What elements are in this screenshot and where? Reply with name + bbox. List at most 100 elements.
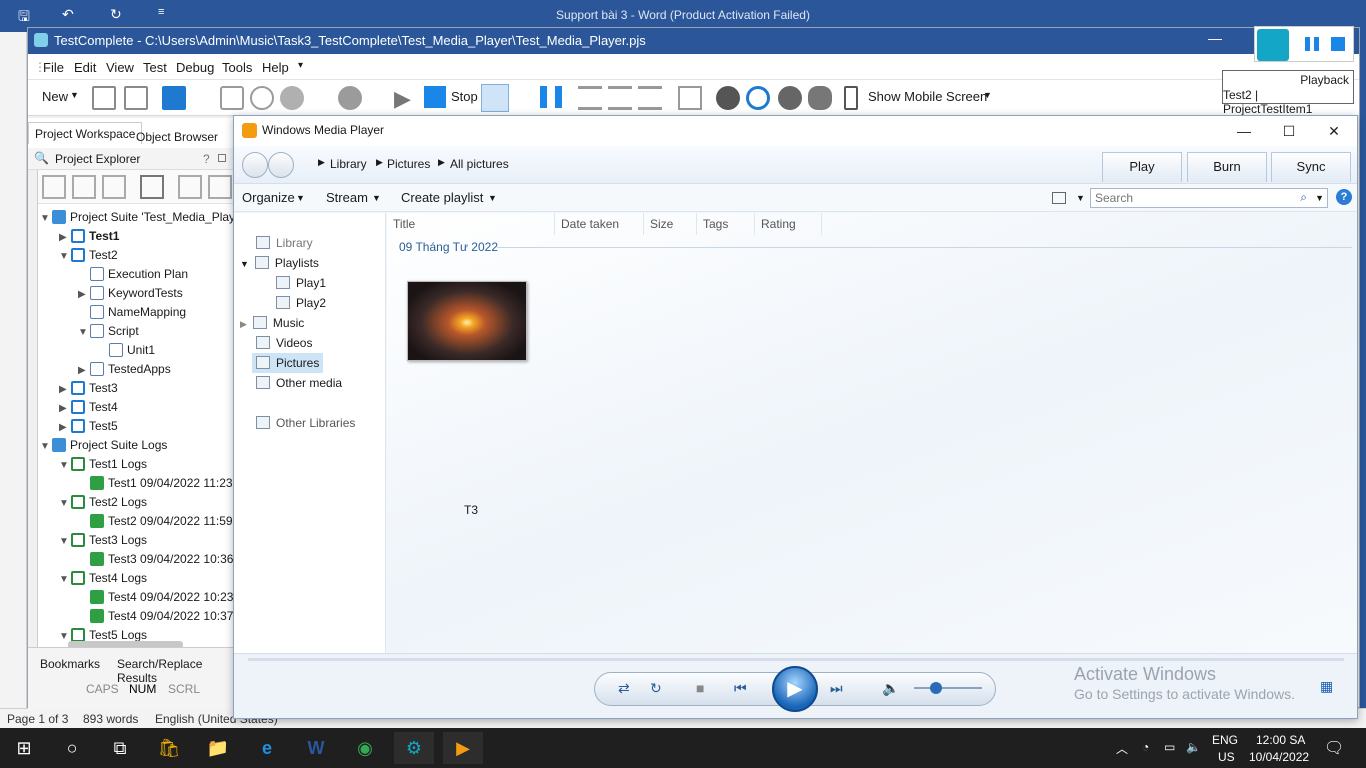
tab-bookmarks[interactable]: Bookmarks xyxy=(40,657,100,671)
region-code[interactable]: US xyxy=(1218,750,1235,764)
volume-icon[interactable]: 🔈 xyxy=(1186,740,1201,754)
tab-search-replace-results[interactable]: Search/Replace Results xyxy=(117,657,234,685)
tree-item[interactable]: ▶ Test1 xyxy=(59,227,119,246)
battery-icon[interactable]: ▭ xyxy=(1164,740,1175,754)
outdent-icon[interactable] xyxy=(638,86,662,110)
menu-view[interactable]: View xyxy=(106,60,134,75)
volume-slider[interactable] xyxy=(914,687,982,689)
stream-button[interactable]: Stream xyxy=(326,190,368,205)
add-new-item-icon[interactable] xyxy=(42,175,66,199)
volume-thumb[interactable] xyxy=(930,682,942,694)
tree-item[interactable]: ▼ Test3 Logs xyxy=(59,531,147,550)
mobile-dropdown-icon[interactable]: ▼ xyxy=(983,90,992,100)
sidebar-item-playlists[interactable]: ▼ Playlists xyxy=(240,253,319,273)
calculator-icon[interactable] xyxy=(678,86,702,110)
save-all-icon[interactable] xyxy=(162,86,186,110)
notifications-icon[interactable]: 🗨 xyxy=(1324,738,1344,758)
sidebar-item-videos[interactable]: Videos xyxy=(256,333,312,353)
duplicate-item-icon[interactable] xyxy=(208,175,232,199)
sidebar-item-play2[interactable]: Play2 xyxy=(276,293,326,313)
view-options-icon[interactable] xyxy=(1052,192,1066,204)
sidebar-item-pictures[interactable]: Pictures xyxy=(252,353,324,373)
create-playlist-button[interactable]: Create playlist xyxy=(401,190,483,205)
menu-help[interactable]: Help xyxy=(262,60,289,75)
switch-to-now-playing-icon[interactable]: ▦ xyxy=(1320,678,1333,695)
mobile-icon[interactable] xyxy=(844,86,858,110)
minimize-icon[interactable]: — xyxy=(1208,30,1222,46)
edge-icon[interactable]: e xyxy=(247,732,287,764)
help-icon[interactable]: ? xyxy=(203,152,210,166)
bug-icon[interactable] xyxy=(716,86,740,110)
add-project-icon[interactable] xyxy=(250,86,274,110)
object-spy-icon[interactable] xyxy=(481,84,509,112)
play-button[interactable]: ▶ xyxy=(772,666,818,712)
sidebar-item-music[interactable]: ▶ Music xyxy=(240,313,304,333)
cortana-icon[interactable]: ○ xyxy=(52,732,92,764)
tree-item[interactable]: Test2 09/04/2022 11:59:2 xyxy=(78,512,243,531)
language-code[interactable]: ENG xyxy=(1212,733,1238,747)
dock-icon[interactable] xyxy=(218,154,226,162)
tab-sync[interactable]: Sync xyxy=(1271,152,1351,182)
tab-play[interactable]: Play xyxy=(1102,152,1182,182)
tree-item[interactable]: Test4 09/04/2022 10:23:3 xyxy=(78,588,243,607)
chevron-right-icon[interactable]: ▶ xyxy=(240,319,247,329)
sidebar-item-library[interactable]: Library xyxy=(256,233,313,253)
search-input[interactable] xyxy=(1095,189,1295,207)
tree-item[interactable]: ▼ Project Suite Logs xyxy=(40,436,167,455)
run-icon[interactable]: ▶ xyxy=(394,86,411,112)
seek-bar[interactable] xyxy=(248,658,1344,661)
add-item-icon[interactable] xyxy=(220,86,244,110)
tree-item[interactable]: ▼ Test2 Logs xyxy=(59,493,147,512)
tree-item[interactable]: Unit1 xyxy=(97,341,155,360)
sidebar-item-other-media[interactable]: Other media xyxy=(256,373,342,393)
sidebar-item-other-libraries[interactable]: Other Libraries xyxy=(256,413,355,433)
chevron-down-icon[interactable]: ▼ xyxy=(59,494,71,513)
tree-item[interactable]: Test1 09/04/2022 11:23:5 xyxy=(78,474,243,493)
chrome-icon[interactable]: ◉ xyxy=(345,732,385,764)
chevron-down-icon[interactable]: ▼ xyxy=(488,193,497,203)
chevron-right-icon[interactable]: ▶ xyxy=(59,418,71,437)
new-button[interactable]: New xyxy=(42,89,68,104)
testcomplete-gear-icon[interactable] xyxy=(1257,29,1289,61)
show-mobile-screen-button[interactable]: Show Mobile Screen xyxy=(868,89,987,104)
back-button[interactable] xyxy=(242,152,268,178)
stop-button[interactable]: Stop xyxy=(451,89,478,104)
tab-burn[interactable]: Burn xyxy=(1187,152,1267,182)
show-hidden-icons-icon[interactable]: ︿ xyxy=(1116,740,1128,757)
clock-date[interactable]: 10/04/2022 xyxy=(1249,750,1309,764)
tree-item[interactable]: ▶ TestedApps xyxy=(78,360,171,379)
tab-project-workspace[interactable]: Project Workspace xyxy=(28,122,143,144)
chevron-down-icon[interactable]: ▼ xyxy=(372,193,381,203)
chevron-right-icon[interactable]: ▶ xyxy=(59,380,71,399)
picture-thumbnail[interactable] xyxy=(407,281,527,361)
copy-item-icon[interactable] xyxy=(102,175,126,199)
open-icon[interactable] xyxy=(92,86,116,110)
sidebar-item-play1[interactable]: Play1 xyxy=(276,273,326,293)
menu-overflow-icon[interactable]: ▾ xyxy=(298,60,303,71)
step-icon[interactable] xyxy=(578,86,602,110)
column-size[interactable]: Size xyxy=(644,213,697,235)
column-tags[interactable]: Tags xyxy=(697,213,755,235)
chevron-right-icon[interactable]: ▶ xyxy=(59,399,71,418)
settings-icon[interactable] xyxy=(280,86,304,110)
tree-item[interactable]: ▼ Test4 Logs xyxy=(59,569,147,588)
stop-recording-icon[interactable] xyxy=(1331,37,1345,51)
move-item-icon[interactable] xyxy=(178,175,202,199)
chevron-down-icon[interactable]: ▼ xyxy=(296,193,305,203)
tree-item[interactable]: Execution Plan xyxy=(78,265,188,284)
new-dropdown-icon[interactable]: ▼ xyxy=(70,90,79,100)
record-icon[interactable] xyxy=(338,86,362,110)
pause-icon[interactable] xyxy=(540,86,562,108)
bug-list-icon[interactable] xyxy=(808,86,832,110)
volume-icon[interactable]: 🔈 xyxy=(882,680,899,697)
tree-item[interactable]: ▶ Test4 xyxy=(59,398,118,417)
organize-button[interactable]: Organize xyxy=(242,190,295,205)
tab-object-browser[interactable]: Object Browser xyxy=(130,126,224,148)
close-icon[interactable]: ✕ xyxy=(1312,119,1356,143)
column-title[interactable]: Title xyxy=(387,213,555,235)
menu-edit[interactable]: Edit xyxy=(74,60,96,75)
chevron-down-icon[interactable]: ▼ xyxy=(78,323,90,342)
column-rating[interactable]: Rating xyxy=(755,213,822,235)
forward-button[interactable] xyxy=(268,152,294,178)
chevron-down-icon[interactable]: ▼ xyxy=(40,209,52,228)
